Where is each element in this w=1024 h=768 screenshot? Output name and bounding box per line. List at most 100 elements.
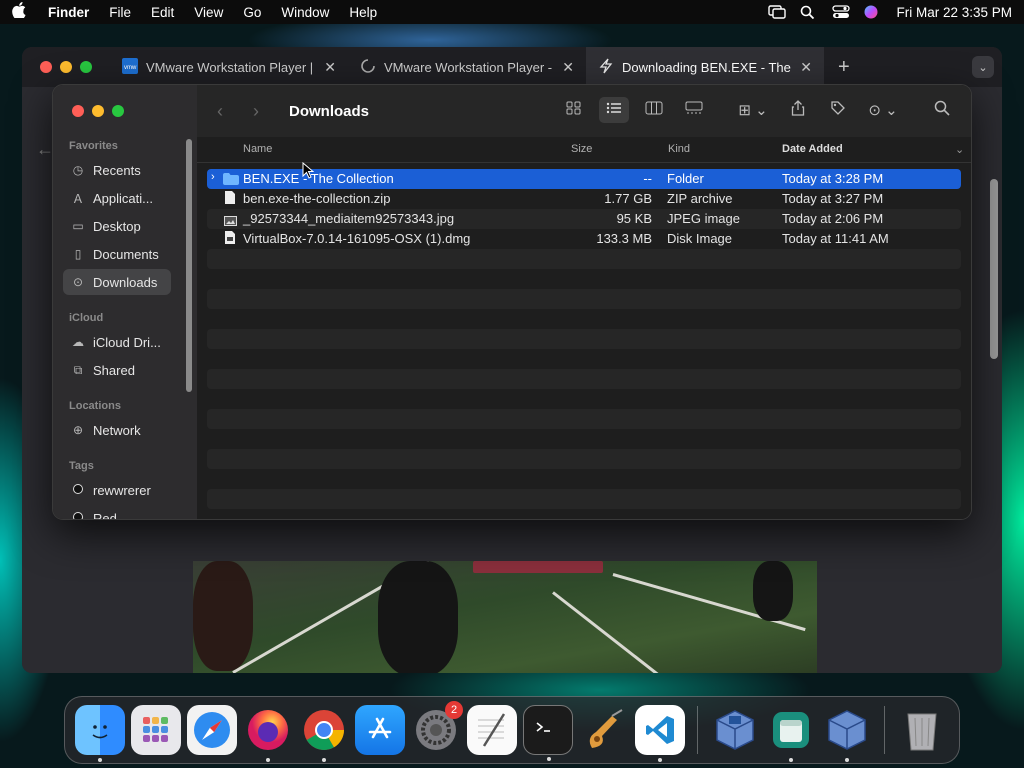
search-button[interactable] [927,97,957,123]
gallery-view-button[interactable] [679,97,709,123]
close-tab-icon[interactable]: ✕ [800,59,812,76]
sidebar-scrollbar[interactable] [186,139,192,392]
menu-app-name[interactable]: Finder [48,5,89,20]
dock-disk-utility-icon[interactable] [766,705,816,762]
dock-terminal-icon[interactable] [523,705,573,761]
video-player[interactable] [193,561,817,673]
file-kind: Folder [667,171,704,186]
document-icon: ▯ [74,247,82,261]
sidebar-item-icloud-drive[interactable]: ☁ iCloud Dri... [63,329,171,355]
file-row[interactable]: › BEN.EXE - The Collection -- Folder Tod… [207,169,961,189]
new-tab-icon[interactable]: + [838,56,850,79]
group-by-button[interactable]: ⊞ ⌄ [733,97,773,123]
dock-safari-icon[interactable] [187,705,237,755]
sidebar-item-recents[interactable]: ◷ Recents [63,157,171,183]
sidebar-item-desktop[interactable]: ▭ Desktop [63,213,171,239]
notification-badge: 2 [445,701,463,719]
applications-icon: Ａ [71,191,84,206]
dock-virtualbox-vm-icon[interactable] [822,705,872,762]
list-view-button[interactable] [599,97,629,123]
share-icon [791,100,805,120]
sidebar-section-favorites: Favorites [69,140,118,152]
close-window-button[interactable] [72,105,84,117]
dock-system-settings-icon[interactable]: 2 [411,701,463,755]
sidebar-item-tag-rewwrerer[interactable]: rewwrerer [63,477,171,503]
tag-icon [830,100,846,120]
file-row[interactable]: VirtualBox-7.0.14-161095-OSX (1).dmg 133… [207,229,961,249]
sidebar-item-shared[interactable]: ⧉ Shared [63,357,171,383]
column-name-header[interactable]: Name [243,143,272,155]
menu-go[interactable]: Go [243,5,261,20]
dock-app-store-icon[interactable] [355,705,405,755]
menu-window[interactable]: Window [281,5,329,20]
sidebar-item-documents[interactable]: ▯ Documents [63,241,171,267]
file-size: 1.77 GB [604,191,652,206]
close-tab-icon[interactable]: ✕ [324,59,336,76]
network-icon: ⊕ [72,423,84,437]
browser-tab-1[interactable]: vmw VMware Workstation Player | ✕ [110,47,348,87]
dock-launchpad-icon[interactable] [131,705,181,755]
sidebar-item-applications[interactable]: Ａ Applicati... [63,185,171,211]
close-tab-icon[interactable]: ✕ [562,59,574,76]
menu-help[interactable]: Help [349,5,377,20]
dock-vscode-icon[interactable] [635,705,685,762]
menu-file[interactable]: File [109,5,131,20]
back-chevron-icon[interactable]: ‹ [217,101,253,122]
screen-mirroring-icon[interactable] [768,5,787,19]
forward-chevron-icon[interactable]: › [253,101,289,122]
browser-tab-title: Downloading BEN.EXE - The [622,59,791,75]
browser-tab-title: VMware Workstation Player - [384,59,553,75]
zoom-window-button[interactable] [112,105,124,117]
tab-list-chevron-icon[interactable]: ⌄ [972,56,994,78]
menu-view[interactable]: View [194,5,223,20]
file-row[interactable]: ben.exe-the-collection.zip 1.77 GB ZIP a… [207,189,961,209]
dock: 2 [64,696,960,764]
sidebar-item-label: Documents [93,246,159,262]
sidebar-item-network[interactable]: ⊕ Network [63,417,171,443]
sort-chevron-icon[interactable]: ⌄ [955,143,964,156]
icon-view-button[interactable] [559,97,589,123]
minimize-window-button[interactable] [60,61,72,73]
sidebar-item-tag-red[interactable]: Red [63,505,171,519]
apple-menu-icon[interactable] [12,2,26,22]
browser-traffic-lights [40,61,92,73]
siri-icon[interactable] [864,5,882,19]
menu-clock[interactable]: Fri Mar 22 3:35 PM [896,5,1012,20]
sidebar-section-locations: Locations [69,400,121,412]
browser-tab-2[interactable]: VMware Workstation Player - ✕ [348,47,586,87]
file-list: › BEN.EXE - The Collection -- Folder Tod… [207,169,961,519]
dock-firefox-icon[interactable] [243,705,293,762]
more-actions-button[interactable]: ⊙ ⌄ [863,97,903,123]
tag-dot-icon [71,511,85,519]
search-icon [934,100,950,120]
close-window-button[interactable] [40,61,52,73]
list-icon [606,101,622,119]
spotlight-search-icon[interactable] [800,5,818,20]
zoom-window-button[interactable] [80,61,92,73]
column-view-button[interactable] [639,97,669,123]
browser-tab-3[interactable]: Downloading BEN.EXE - The ✕ [586,47,824,87]
downloads-icon: ⊙ [72,275,84,289]
sidebar-item-downloads[interactable]: ⊙ Downloads [63,269,171,295]
column-kind-header[interactable]: Kind [668,143,690,155]
file-row[interactable]: _92573344_mediaitem92573343.jpg 95 KB JP… [207,209,961,229]
minimize-window-button[interactable] [92,105,104,117]
disclosure-chevron-icon[interactable]: › [211,171,215,183]
dock-virtualbox-icon[interactable] [710,705,760,755]
tags-button[interactable] [823,97,853,123]
mouse-cursor-icon [302,161,315,183]
image-file-icon [224,214,237,229]
dock-separator [697,706,698,754]
control-center-icon[interactable] [832,5,851,19]
dock-chrome-icon[interactable] [299,705,349,762]
dock-trash-icon[interactable] [897,705,947,755]
dock-finder-icon[interactable] [75,705,125,762]
finder-traffic-lights [72,105,124,117]
page-scrollbar[interactable] [990,179,998,359]
dock-textedit-icon[interactable] [467,705,517,755]
column-date-added-header[interactable]: Date Added [782,143,843,155]
menu-edit[interactable]: Edit [151,5,174,20]
dock-garageband-icon[interactable] [579,705,629,755]
column-size-header[interactable]: Size [571,143,592,155]
share-button[interactable] [783,97,813,123]
